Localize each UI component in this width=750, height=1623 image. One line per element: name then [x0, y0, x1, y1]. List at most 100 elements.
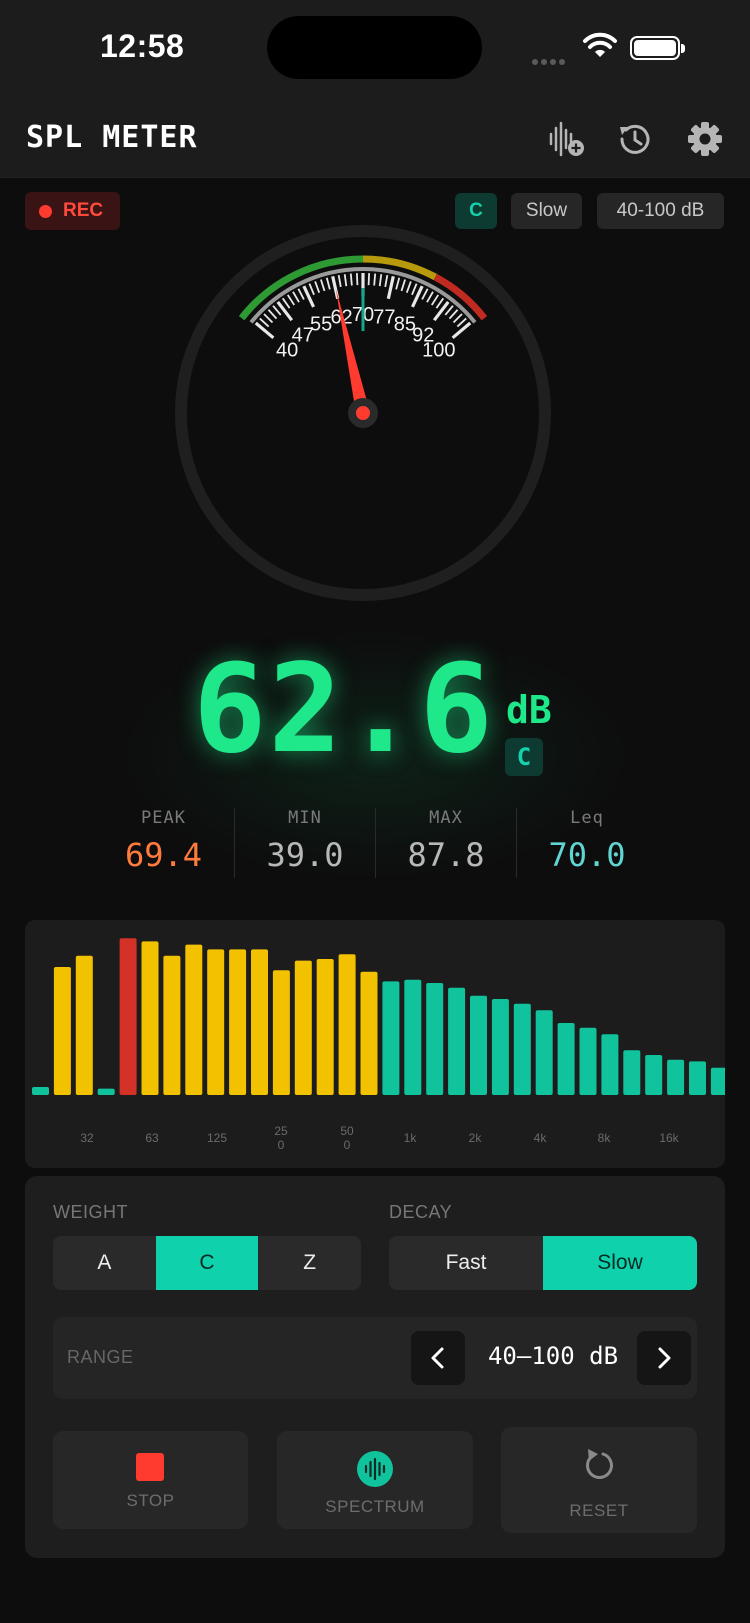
gauge-minor-tick: [373, 273, 377, 286]
decay-option-fast[interactable]: Fast: [389, 1236, 543, 1290]
weight-option-a[interactable]: A: [53, 1236, 156, 1290]
gauge-minor-tick: [378, 274, 383, 287]
spectrum-label: SPECTRUM: [325, 1497, 425, 1516]
spectrum-tick-label: 8k: [598, 1131, 612, 1145]
battery-icon: [630, 36, 685, 60]
gauge-minor-tick: [259, 317, 270, 328]
stat-max: MAX 87.8: [375, 808, 516, 878]
gauge-minor-tick: [444, 305, 454, 316]
spectrum-tick-label: 4k: [534, 1131, 548, 1145]
stat-value: 70.0: [548, 836, 626, 874]
gauge-minor-tick: [325, 277, 331, 290]
spectrum-bar: [491, 999, 509, 1095]
spectrum-bar: [535, 1010, 553, 1095]
reset-label: RESET: [569, 1501, 629, 1520]
spectrum-button[interactable]: SPECTRUM: [277, 1431, 473, 1529]
spectrum-tick-label: 1k: [404, 1131, 418, 1145]
stat-value: 87.8: [407, 836, 485, 874]
spl-gauge: 4047556270778592100: [175, 225, 551, 601]
spectrum-tick-label: 50: [340, 1124, 354, 1138]
range-next-button[interactable]: [637, 1331, 691, 1385]
gauge-minor-tick: [308, 283, 315, 296]
chevron-right-icon: [658, 1347, 671, 1369]
weight-option-c[interactable]: C: [155, 1236, 259, 1290]
spectrum-bar: [623, 1050, 641, 1095]
gauge-minor-tick: [405, 281, 412, 294]
spectrum-tick-label: 25: [274, 1124, 288, 1138]
range-prev-button[interactable]: [411, 1331, 465, 1385]
spectrum-tick-label: 2k: [469, 1131, 483, 1145]
range-chip[interactable]: 40-100 dB: [597, 193, 724, 229]
spectrum-bar: [382, 981, 400, 1095]
gauge-major-tick: [386, 275, 395, 300]
spectrum-bar: [294, 960, 312, 1095]
spectrum-bar: [75, 955, 93, 1095]
gauge-minor-tick: [281, 297, 291, 309]
recording-indicator: REC: [25, 192, 120, 230]
app-header: SPL METER: [0, 100, 750, 178]
waveform-add-button[interactable]: [545, 118, 587, 160]
gauge-minor-tick: [297, 288, 305, 300]
spectrum-bar: [470, 995, 487, 1095]
gauge-minor-tick: [349, 273, 353, 286]
gauge-minor-tick: [314, 281, 321, 294]
stat-label: PEAK: [141, 808, 186, 828]
gauge-minor-tick: [456, 317, 467, 328]
stat-value: 69.4: [124, 836, 203, 874]
spectrum-bar: [32, 1087, 49, 1095]
stat-label: Leq: [570, 808, 604, 828]
gauge-minor-tick: [421, 288, 429, 300]
spectrum-bar: [338, 954, 356, 1095]
range-label: RANGE: [67, 1347, 134, 1367]
spectrum-bar: [185, 944, 203, 1095]
gauge-minor-tick: [272, 305, 282, 316]
gauge-scale-label: 100: [422, 339, 455, 361]
history-button[interactable]: [613, 118, 655, 160]
weight-label: WEIGHT: [53, 1202, 128, 1222]
spectrum-bar: [53, 967, 71, 1095]
gauge-minor-tick: [337, 274, 342, 288]
spectrum-bar: [667, 1059, 685, 1095]
spectrum-bar: [207, 949, 225, 1095]
spectrum-bar: [689, 1061, 706, 1095]
decay-segmented-control: Fast Slow: [389, 1236, 697, 1290]
stat-label: MIN: [288, 808, 322, 828]
gauge-major-tick: [276, 300, 294, 322]
gauge-minor-tick: [400, 279, 406, 292]
gauge-minor-tick: [426, 291, 434, 303]
history-icon: [620, 124, 650, 154]
spectrum-bar: [645, 1055, 663, 1095]
gauge-minor-tick: [452, 313, 463, 324]
stat-label: MAX: [429, 808, 463, 828]
spectrum-bar: [404, 979, 422, 1095]
gauge-minor-tick: [448, 309, 459, 320]
reset-button[interactable]: RESET: [501, 1427, 697, 1533]
spectrum-tick-label: 32: [80, 1131, 94, 1145]
reset-icon: [586, 1449, 613, 1479]
settings-button[interactable]: [684, 118, 726, 160]
gauge-minor-tick: [343, 274, 348, 287]
decay-label: DECAY: [389, 1202, 453, 1222]
status-time: 12:58: [100, 28, 185, 64]
spectrum-bar: [163, 955, 181, 1095]
unit-label: dB: [506, 688, 552, 732]
stat-leq: Leq 70.0: [516, 808, 657, 878]
rec-label: REC: [63, 200, 104, 221]
spectrum-waveform-icon: [357, 1451, 393, 1487]
decay-option-slow[interactable]: Slow: [543, 1236, 697, 1290]
spectrum-bar: [141, 941, 159, 1095]
gauge-minor-tick: [435, 297, 445, 309]
gauge-minor-tick: [367, 273, 371, 286]
gauge-major-tick: [432, 300, 450, 322]
gauge-minor-tick: [267, 309, 278, 320]
gear-icon: [688, 122, 722, 156]
range-row: RANGE 40–100 dB: [53, 1317, 697, 1399]
gauge-hub-dot: [356, 406, 370, 420]
gauge-minor-tick: [320, 279, 326, 292]
stop-button[interactable]: STOP: [53, 1431, 248, 1529]
spectrum-bar: [601, 1034, 619, 1095]
stat-min: MIN 39.0: [234, 808, 375, 878]
dynamic-island: [267, 16, 482, 79]
weight-option-z[interactable]: Z: [258, 1236, 361, 1290]
spectrum-bar: [316, 959, 334, 1095]
